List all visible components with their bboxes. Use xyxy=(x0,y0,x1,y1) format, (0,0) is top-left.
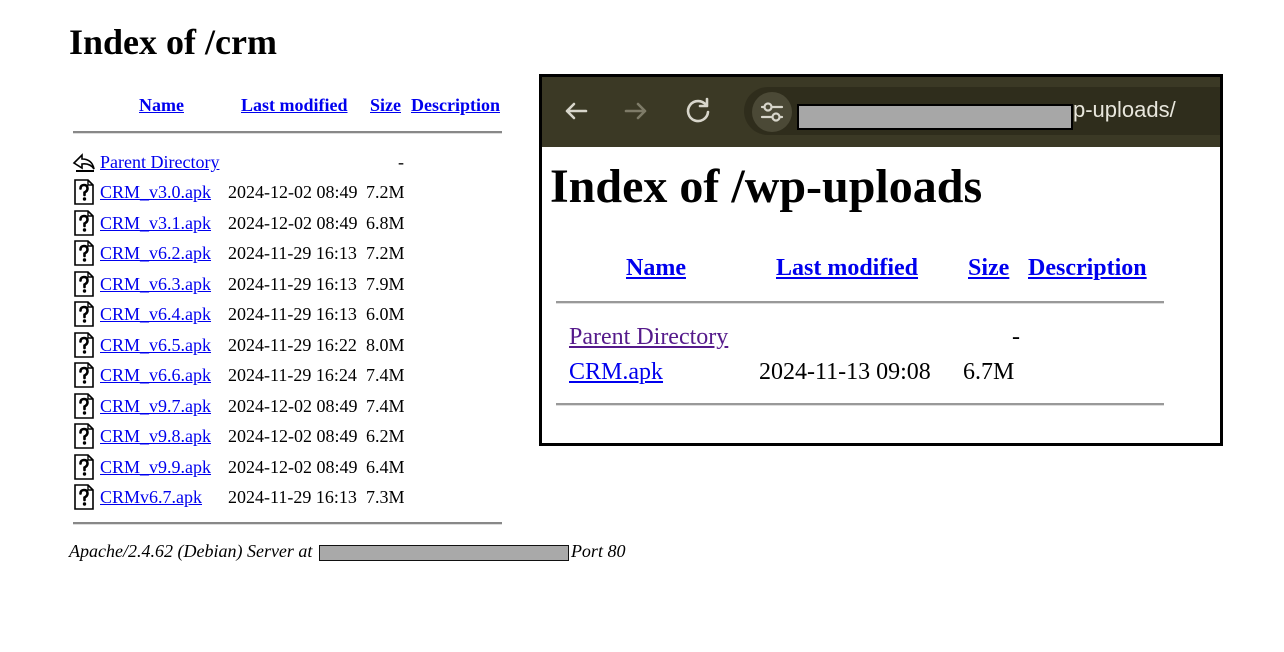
file-row: CRMv6.7.apk 2024-11-29 16:13 7.3M xyxy=(72,483,512,511)
file-row: CRM_v9.9.apk 2024-12-02 08:49 6.4M xyxy=(72,453,512,481)
unknown-file-icon xyxy=(74,209,94,236)
page-title: Index of /crm xyxy=(69,22,277,62)
browser-file-size: 6.7M xyxy=(963,359,1015,385)
browser-file-link[interactable]: CRM.apk xyxy=(569,357,663,387)
file-link[interactable]: CRM_v9.9.apk xyxy=(100,456,211,478)
file-row: CRM_v6.2.apk 2024-11-29 16:13 7.2M xyxy=(72,239,512,267)
browser-file-modified: 2024-11-13 09:08 xyxy=(759,359,931,385)
file-row: CRM_v3.1.apk 2024-12-02 08:49 6.8M xyxy=(72,209,512,237)
file-size: 7.4M xyxy=(366,365,405,385)
file-modified: 2024-11-29 16:24 xyxy=(228,365,357,385)
file-size: 7.4M xyxy=(366,395,405,416)
server-signature-prefix: Apache/2.4.62 (Debian) Server at xyxy=(69,541,313,561)
file-link[interactable]: CRMv6.7.apk xyxy=(100,486,202,508)
column-header-description[interactable]: Description xyxy=(411,94,500,116)
file-modified: 2024-11-29 16:13 xyxy=(228,273,357,294)
browser-column-header-last-modified[interactable]: Last modified xyxy=(776,253,918,283)
file-link[interactable]: CRM_v6.6.apk xyxy=(100,364,211,386)
unknown-file-icon xyxy=(74,301,94,327)
unknown-file-icon xyxy=(74,240,94,266)
file-row: CRM_v9.8.apk 2024-12-02 08:49 6.2M xyxy=(72,422,512,450)
file-modified: 2024-11-29 16:13 xyxy=(228,487,357,507)
column-header-last-modified[interactable]: Last modified xyxy=(241,94,348,116)
file-row: CRM_v6.6.apk 2024-11-29 16:24 7.4M xyxy=(72,361,512,389)
file-size: 7.2M xyxy=(366,243,405,263)
file-row: CRM_v6.3.apk 2024-11-29 16:13 7.9M xyxy=(72,270,512,298)
file-size: 7.9M xyxy=(366,273,405,294)
parent-size: - xyxy=(398,152,404,172)
file-link[interactable]: CRM_v6.2.apk xyxy=(100,242,211,264)
file-modified: 2024-12-02 08:49 xyxy=(228,426,358,446)
footer-divider xyxy=(73,522,502,525)
file-modified: 2024-11-29 16:22 xyxy=(228,334,357,355)
browser-parent-directory-link[interactable]: Parent Directory xyxy=(569,322,728,352)
browser-column-header-description[interactable]: Description xyxy=(1028,253,1147,283)
server-signature: Apache/2.4.62 (Debian) Server at Port 80 xyxy=(69,540,625,562)
column-header-name[interactable]: Name xyxy=(139,94,184,116)
site-settings-button[interactable] xyxy=(752,92,792,132)
file-size: 7.3M xyxy=(366,487,405,507)
parent-directory-link[interactable]: Parent Directory xyxy=(100,151,219,173)
file-row: CRM_v6.5.apk 2024-11-29 16:22 8.0M xyxy=(72,331,512,359)
file-row: CRM_v9.7.apk 2024-12-02 08:49 7.4M xyxy=(72,392,512,420)
redacted-hostname xyxy=(318,544,569,561)
file-modified: 2024-11-29 16:13 xyxy=(228,304,357,324)
file-row: CRM_v3.0.apk 2024-12-02 08:49 7.2M xyxy=(72,178,512,206)
browser-parent-size: - xyxy=(1012,324,1020,350)
browser-column-header-size[interactable]: Size xyxy=(968,253,1009,283)
file-modified: 2024-12-02 08:49 xyxy=(228,212,358,233)
file-link[interactable]: CRM_v6.5.apk xyxy=(100,334,211,356)
browser-toolbar: p-uploads/ xyxy=(542,77,1220,147)
file-link[interactable]: CRM_v3.0.apk xyxy=(100,181,211,203)
file-modified: 2024-11-29 16:13 xyxy=(228,243,357,263)
unknown-file-icon xyxy=(74,484,94,510)
unknown-file-icon xyxy=(74,362,94,388)
unknown-file-icon xyxy=(74,453,94,480)
browser-column-header-name[interactable]: Name xyxy=(626,253,686,283)
file-size: 6.2M xyxy=(366,426,405,446)
unknown-file-icon xyxy=(74,270,94,297)
file-row: CRM_v6.4.apk 2024-11-29 16:13 6.0M xyxy=(72,300,512,328)
server-signature-suffix: Port 80 xyxy=(570,541,626,561)
column-header-size[interactable]: Size xyxy=(370,94,401,116)
browser-screenshot: p-uploads/ Index of /wp-uploads Name Las… xyxy=(539,74,1223,446)
reload-icon[interactable] xyxy=(682,95,714,127)
unknown-file-icon xyxy=(74,392,94,419)
arrow-left-icon[interactable] xyxy=(560,95,592,127)
file-size: 6.4M xyxy=(366,456,405,477)
unknown-file-icon xyxy=(74,331,94,358)
back-folder-icon xyxy=(72,153,95,172)
file-size: 7.2M xyxy=(366,182,405,202)
redacted-url xyxy=(797,104,1073,130)
file-link[interactable]: CRM_v6.4.apk xyxy=(100,303,211,325)
file-link[interactable]: CRM_v6.3.apk xyxy=(100,273,211,295)
file-size: 6.0M xyxy=(366,304,405,324)
header-divider xyxy=(73,131,502,134)
parent-directory-row: Parent Directory - xyxy=(72,148,512,176)
file-modified: 2024-12-02 08:49 xyxy=(228,456,358,477)
file-size: 8.0M xyxy=(366,334,405,355)
file-link[interactable]: CRM_v9.8.apk xyxy=(100,425,211,447)
file-link[interactable]: CRM_v9.7.apk xyxy=(100,395,211,417)
file-modified: 2024-12-02 08:49 xyxy=(228,182,358,202)
browser-page-title: Index of /wp-uploads xyxy=(550,160,983,213)
file-link[interactable]: CRM_v3.1.apk xyxy=(100,212,211,234)
browser-footer-divider xyxy=(556,403,1164,406)
arrow-right-icon[interactable] xyxy=(620,95,652,127)
file-size: 6.8M xyxy=(366,212,405,233)
unknown-file-icon xyxy=(74,179,94,205)
address-bar-url-tail[interactable]: p-uploads/ xyxy=(1073,96,1176,124)
browser-header-divider xyxy=(556,301,1164,304)
tune-icon xyxy=(760,102,784,122)
unknown-file-icon xyxy=(74,423,94,449)
file-modified: 2024-12-02 08:49 xyxy=(228,395,358,416)
